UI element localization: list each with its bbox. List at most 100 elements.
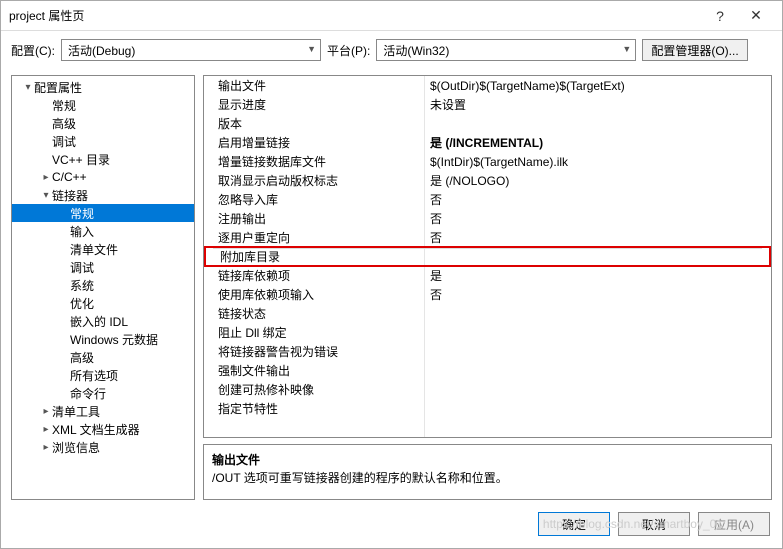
- tree-item[interactable]: ▸浏览信息: [12, 438, 194, 456]
- property-name: 链接库依赖项: [204, 267, 424, 284]
- tree-item-label: Windows 元数据: [70, 331, 158, 348]
- tree-item-label: 命令行: [70, 385, 106, 402]
- tree-item[interactable]: 输入: [12, 222, 194, 240]
- property-row[interactable]: 启用增量链接是 (/INCREMENTAL): [204, 133, 771, 152]
- property-value[interactable]: 是 (/NOLOGO): [424, 172, 771, 189]
- tree-item[interactable]: 系统: [12, 276, 194, 294]
- expand-icon[interactable]: ▸: [40, 424, 52, 435]
- property-row[interactable]: 注册输出否: [204, 209, 771, 228]
- property-name: 将链接器警告视为错误: [204, 343, 424, 360]
- property-value[interactable]: 是 (/INCREMENTAL): [424, 134, 771, 151]
- platform-combobox[interactable]: 活动(Win32) ▼: [376, 39, 636, 61]
- property-value[interactable]: 否: [424, 229, 771, 246]
- property-value[interactable]: 未设置: [424, 96, 771, 113]
- property-row[interactable]: 将链接器警告视为错误: [204, 342, 771, 361]
- config-combobox[interactable]: 活动(Debug) ▼: [61, 39, 321, 61]
- tree-item[interactable]: 优化: [12, 294, 194, 312]
- tree-item-label: XML 文档生成器: [52, 421, 140, 438]
- property-row[interactable]: 取消显示启动版权标志是 (/NOLOGO): [204, 171, 771, 190]
- property-name: 版本: [204, 115, 424, 132]
- tree-item[interactable]: 调试: [12, 258, 194, 276]
- property-name: 显示进度: [204, 96, 424, 113]
- property-name: 输出文件: [204, 77, 424, 94]
- property-row[interactable]: 附加库目录: [204, 246, 771, 267]
- property-row[interactable]: 链接库依赖项是: [204, 266, 771, 285]
- tree-item-label: 系统: [70, 277, 94, 294]
- close-icon[interactable]: ✕: [738, 7, 774, 24]
- config-manager-button[interactable]: 配置管理器(O)...: [642, 39, 747, 61]
- tree-item[interactable]: VC++ 目录: [12, 150, 194, 168]
- window-title: project 属性页: [9, 7, 702, 24]
- property-name: 启用增量链接: [204, 134, 424, 151]
- property-row[interactable]: 阻止 Dll 绑定: [204, 323, 771, 342]
- property-row[interactable]: 显示进度未设置: [204, 95, 771, 114]
- tree-item-label: C/C++: [52, 170, 87, 184]
- tree-item[interactable]: 高级: [12, 348, 194, 366]
- apply-button[interactable]: 应用(A): [698, 512, 770, 536]
- property-name: 使用库依赖项输入: [204, 286, 424, 303]
- tree-item-label: 高级: [52, 115, 76, 132]
- tree-item[interactable]: Windows 元数据: [12, 330, 194, 348]
- tree-item[interactable]: ▸C/C++: [12, 168, 194, 186]
- body: ▾配置属性常规高级调试VC++ 目录▸C/C++▾链接器常规输入清单文件调试系统…: [1, 69, 782, 504]
- config-value: 活动(Debug): [68, 42, 135, 59]
- property-row[interactable]: 忽略导入库否: [204, 190, 771, 209]
- property-row[interactable]: 使用库依赖项输入否: [204, 285, 771, 304]
- property-value[interactable]: $(IntDir)$(TargetName).ilk: [424, 155, 771, 169]
- tree-item[interactable]: 清单文件: [12, 240, 194, 258]
- expand-icon[interactable]: ▾: [40, 190, 52, 201]
- property-name: 注册输出: [204, 210, 424, 227]
- tree-item[interactable]: ▾配置属性: [12, 78, 194, 96]
- tree-item-label: 常规: [52, 97, 76, 114]
- property-value[interactable]: $(OutDir)$(TargetName)$(TargetExt): [424, 79, 771, 93]
- cancel-button[interactable]: 取消: [618, 512, 690, 536]
- tree-item[interactable]: ▸XML 文档生成器: [12, 420, 194, 438]
- tree-item[interactable]: 常规: [12, 204, 194, 222]
- tree-item-label: 链接器: [52, 187, 88, 204]
- property-name: 忽略导入库: [204, 191, 424, 208]
- expand-icon[interactable]: ▸: [40, 172, 52, 183]
- property-value[interactable]: 否: [424, 286, 771, 303]
- tree-item-label: 清单工具: [52, 403, 100, 420]
- tree-item[interactable]: 调试: [12, 132, 194, 150]
- property-row[interactable]: 输出文件$(OutDir)$(TargetName)$(TargetExt): [204, 76, 771, 95]
- category-tree[interactable]: ▾配置属性常规高级调试VC++ 目录▸C/C++▾链接器常规输入清单文件调试系统…: [11, 75, 195, 500]
- help-icon[interactable]: ?: [702, 8, 738, 24]
- description-title: 输出文件: [212, 451, 763, 469]
- tree-item[interactable]: 嵌入的 IDL: [12, 312, 194, 330]
- tree-item[interactable]: ▾链接器: [12, 186, 194, 204]
- property-grid[interactable]: 输出文件$(OutDir)$(TargetName)$(TargetExt)显示…: [203, 75, 772, 438]
- property-row[interactable]: 链接状态: [204, 304, 771, 323]
- platform-label: 平台(P):: [327, 42, 370, 59]
- property-row[interactable]: 版本: [204, 114, 771, 133]
- chevron-down-icon: ▼: [307, 44, 316, 54]
- property-name: 增量链接数据库文件: [204, 153, 424, 170]
- chevron-down-icon: ▼: [622, 44, 631, 54]
- tree-item[interactable]: ▸清单工具: [12, 402, 194, 420]
- property-row[interactable]: 强制文件输出: [204, 361, 771, 380]
- property-name: 取消显示启动版权标志: [204, 172, 424, 189]
- tree-item[interactable]: 高级: [12, 114, 194, 132]
- property-name: 创建可热修补映像: [204, 381, 424, 398]
- property-value[interactable]: 否: [424, 210, 771, 227]
- tree-item-label: 浏览信息: [52, 439, 100, 456]
- property-row[interactable]: 指定节特性: [204, 399, 771, 418]
- tree-item-label: 配置属性: [34, 79, 82, 96]
- property-value[interactable]: 是: [424, 267, 771, 284]
- property-row[interactable]: 创建可热修补映像: [204, 380, 771, 399]
- property-pages-window: project 属性页 ? ✕ 配置(C): 活动(Debug) ▼ 平台(P)…: [0, 0, 783, 549]
- expand-icon[interactable]: ▸: [40, 406, 52, 417]
- property-row[interactable]: 逐用户重定向否: [204, 228, 771, 247]
- tree-item[interactable]: 常规: [12, 96, 194, 114]
- tree-item[interactable]: 命令行: [12, 384, 194, 402]
- dialog-footer: 确定 取消 应用(A): [1, 504, 782, 548]
- property-row[interactable]: 增量链接数据库文件$(IntDir)$(TargetName).ilk: [204, 152, 771, 171]
- ok-button[interactable]: 确定: [538, 512, 610, 536]
- platform-value: 活动(Win32): [383, 42, 449, 59]
- tree-item[interactable]: 所有选项: [12, 366, 194, 384]
- expand-icon[interactable]: ▾: [22, 82, 34, 93]
- description-panel: 输出文件 /OUT 选项可重写链接器创建的程序的默认名称和位置。: [203, 444, 772, 500]
- expand-icon[interactable]: ▸: [40, 442, 52, 453]
- property-name: 强制文件输出: [204, 362, 424, 379]
- property-value[interactable]: 否: [424, 191, 771, 208]
